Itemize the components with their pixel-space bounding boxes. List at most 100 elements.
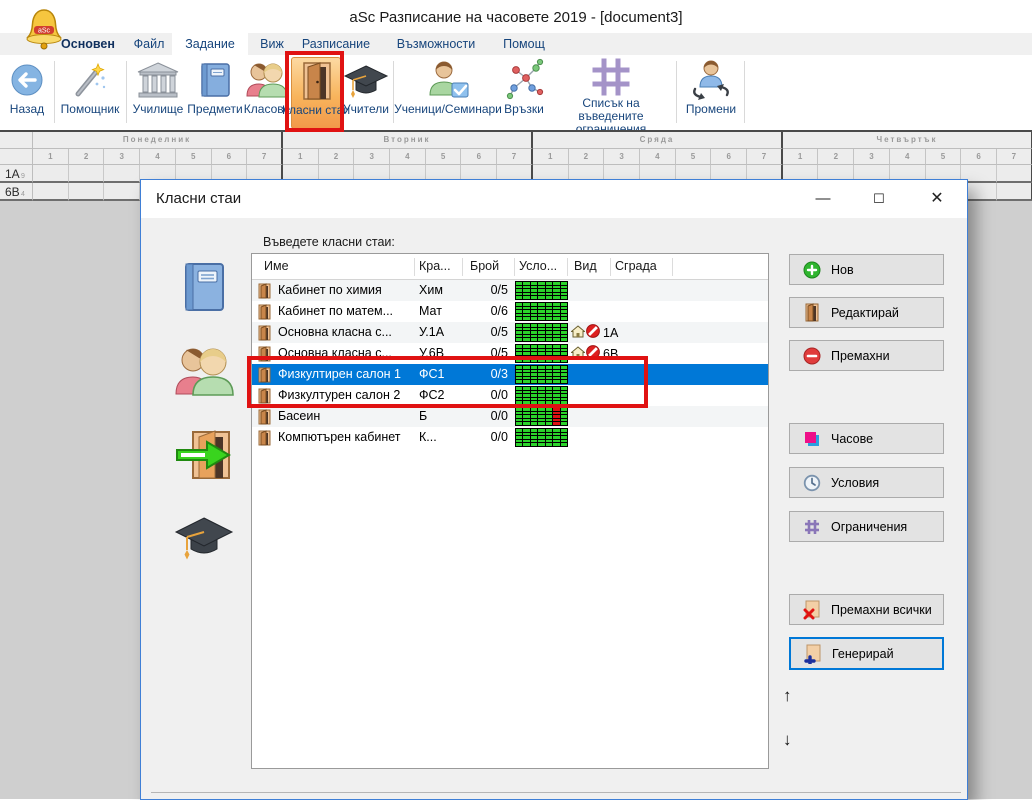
timetable-period-header: 4	[890, 149, 926, 165]
classroom-row[interactable]: БасеинБ0/0	[252, 406, 768, 427]
column-header-name[interactable]: Име	[264, 259, 289, 273]
condition-grid	[515, 323, 568, 342]
timetable-period-header: 7	[747, 149, 783, 165]
timetable-period-header: 5	[426, 149, 462, 165]
links-button[interactable]: Връзки	[500, 57, 548, 129]
school-button[interactable]: Училище	[130, 57, 186, 129]
column-header-condition[interactable]: Усло...	[519, 259, 557, 273]
tab-osnoven[interactable]: Основен	[55, 33, 121, 55]
home-class-label: 1А	[603, 326, 618, 340]
classroom-row[interactable]: Компютърен кабинетК...0/0	[252, 427, 768, 448]
classroom-count: 0/0	[458, 409, 508, 423]
condition-grid	[515, 428, 568, 447]
timetable-cell[interactable]	[997, 183, 1032, 201]
timetable-period-header: 1	[783, 149, 819, 165]
classroom-type-badges: 1А	[571, 324, 618, 341]
timetable-cell[interactable]	[104, 183, 140, 201]
timetable-period-header: 2	[818, 149, 854, 165]
student-check-icon	[424, 57, 472, 103]
teachers-cap-icon[interactable]	[163, 512, 245, 596]
back-button[interactable]: Назад	[4, 57, 50, 129]
teachers-button[interactable]: Учители	[341, 57, 391, 129]
classroom-name: Кабинет по химия	[278, 283, 382, 297]
classroom-row[interactable]: Основна класна с...У.1А0/51А	[252, 322, 768, 343]
book-icon	[198, 57, 232, 103]
constraints-button[interactable]: Ограничения	[789, 511, 944, 542]
timetable-period-header: 2	[69, 149, 105, 165]
timetable-period-header: 3	[854, 149, 890, 165]
subjects-button[interactable]: Предмети	[188, 57, 242, 129]
close-button[interactable]: ✕	[915, 180, 959, 218]
ribbon-tab-bar: Основен Файл Задание Виж Разписание Възм…	[0, 33, 1032, 55]
classes-people-icon[interactable]	[163, 344, 245, 428]
condition-grid	[515, 407, 568, 426]
timetable-cell[interactable]	[69, 165, 105, 183]
classrooms-list: Име Кра... Брой Усло... Вид Сграда Кабин…	[251, 253, 769, 769]
move-up-arrow[interactable]: ↑	[783, 686, 792, 706]
timetable-period-header: 6	[461, 149, 497, 165]
move-down-arrow[interactable]: ↓	[783, 730, 792, 750]
timetable-cell[interactable]	[33, 183, 69, 201]
classroom-row[interactable]: Кабинет по матем...Мат0/6	[252, 301, 768, 322]
timetable-row-label: 6B4	[0, 183, 33, 201]
classroom-count: 0/5	[458, 325, 508, 339]
column-header-short[interactable]: Кра...	[419, 259, 451, 273]
wizard-button[interactable]: Помощник	[58, 57, 122, 129]
changes-person-icon	[689, 57, 733, 103]
dialog-nav-icons	[163, 260, 245, 596]
hash-icon	[802, 518, 822, 536]
timetable-period-header: 5	[676, 149, 712, 165]
dialog-bottom-separator	[151, 792, 961, 793]
constraints-grid-icon	[591, 57, 631, 97]
constraints-list-button[interactable]: Списък на въведените ограничения	[549, 57, 673, 129]
dialog-titlebar[interactable]: Класни стаи — ☐ ✕	[141, 180, 967, 218]
timetable-period-header: 4	[640, 149, 676, 165]
graduation-cap-icon	[343, 57, 389, 103]
timetable-cell[interactable]	[997, 165, 1032, 183]
timetable-period-header: 1	[33, 149, 69, 165]
maximize-button[interactable]: ☐	[857, 180, 901, 218]
app-logo-bell-icon: aSc	[24, 6, 64, 57]
magic-wand-icon	[70, 57, 110, 103]
generate-page-icon	[803, 644, 823, 664]
tab-vazmozhnosti[interactable]: Възможности	[390, 33, 482, 55]
no-entry-icon	[586, 324, 600, 341]
changes-button[interactable]: Промени	[682, 57, 740, 129]
students-seminars-button[interactable]: Ученици/Семинари	[396, 57, 500, 129]
column-header-type[interactable]: Вид	[574, 259, 597, 273]
tab-pomosht[interactable]: Помощ	[496, 33, 552, 55]
edit-button[interactable]: Редактирай	[789, 297, 944, 328]
remove-all-button[interactable]: Премахни всички	[789, 594, 944, 625]
classroom-name: Кабинет по матем...	[278, 304, 393, 318]
column-header-count[interactable]: Брой	[470, 259, 499, 273]
annotation-box-gym-rows	[247, 356, 648, 408]
clock-icon	[802, 474, 822, 492]
column-header-building[interactable]: Сграда	[615, 259, 657, 273]
tab-zadanie[interactable]: Задание	[172, 33, 248, 55]
classroom-count: 0/0	[458, 430, 508, 444]
remove-button[interactable]: Премахни	[789, 340, 944, 371]
timetable-cell[interactable]	[33, 165, 69, 183]
classroom-row[interactable]: Кабинет по химияХим0/5	[252, 280, 768, 301]
lessons-button[interactable]: Часове	[789, 423, 944, 454]
generate-button[interactable]: Генерирай	[789, 637, 944, 670]
subjects-book-icon[interactable]	[163, 260, 245, 344]
classroom-short: У.1А	[419, 325, 444, 339]
minimize-button[interactable]: —	[801, 180, 845, 218]
timetable-cell[interactable]	[69, 183, 105, 201]
condition-grid	[515, 302, 568, 321]
door-icon	[258, 430, 271, 449]
dialog-title: Класни стаи	[156, 190, 241, 207]
timetable-cell[interactable]	[104, 165, 140, 183]
new-button[interactable]: Нов	[789, 254, 944, 285]
annotation-box-classrooms-button	[285, 51, 344, 132]
door-icon	[258, 283, 271, 302]
home-classroom-icon	[571, 325, 585, 341]
timetable-day-header: Понеделник	[33, 132, 283, 149]
classrooms-door-icon[interactable]	[163, 428, 245, 512]
conditions-button[interactable]: Условия	[789, 467, 944, 498]
tab-fail[interactable]: Файл	[128, 33, 170, 55]
timetable-period-header: 5	[176, 149, 212, 165]
classroom-name: Басеин	[278, 409, 320, 423]
timetable-period-header: 1	[533, 149, 569, 165]
